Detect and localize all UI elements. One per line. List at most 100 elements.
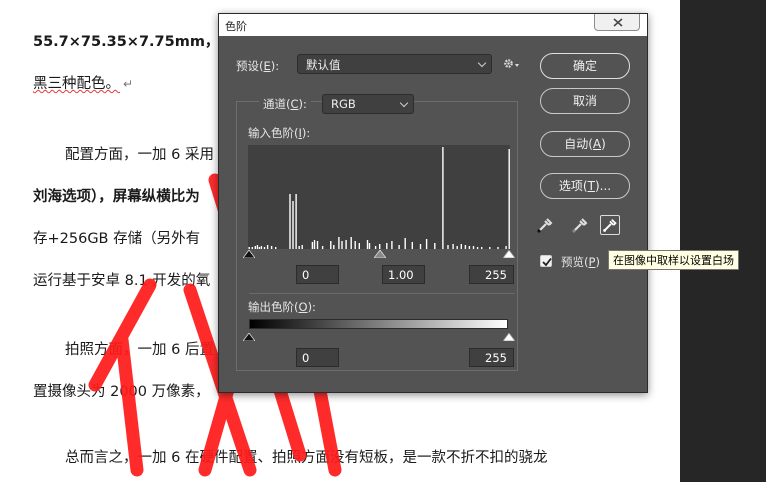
channel-select[interactable]: RGB — [322, 94, 414, 114]
histogram-bar — [270, 246, 273, 249]
tooltip: 在图像中取样以设置白场 — [608, 250, 739, 270]
white-eyedropper-icon[interactable] — [600, 215, 620, 235]
checkmark-icon — [542, 257, 552, 267]
preset-value: 默认值 — [306, 58, 341, 72]
options-button[interactable]: 选项(T)... — [540, 173, 630, 199]
channel-label-suffix: ): — [298, 97, 307, 111]
title-bar: 色阶 — [219, 14, 647, 36]
output-gradient — [249, 319, 508, 329]
channel-value: RGB — [331, 97, 356, 111]
input-black-field[interactable]: 0 — [296, 265, 339, 284]
histogram-bar — [292, 201, 294, 249]
gear-icon[interactable] — [503, 58, 520, 70]
input-gamma-slider[interactable] — [374, 250, 386, 258]
histogram-bar — [508, 149, 510, 249]
output-white-field[interactable]: 255 — [469, 348, 514, 367]
histogram-bar — [333, 245, 335, 249]
ok-button[interactable]: 确定 — [540, 53, 630, 79]
histogram-bar — [301, 245, 303, 249]
histogram-bar — [341, 241, 343, 249]
histogram-background — [248, 145, 510, 249]
histogram-bar — [472, 246, 475, 249]
histogram-bar — [330, 241, 332, 249]
histogram-bar — [248, 247, 250, 249]
histogram-bar — [374, 246, 377, 249]
channel-label: 通道(C): — [259, 96, 311, 112]
histogram-bar — [350, 237, 352, 249]
preview-label-prefix: 预览( — [561, 255, 589, 269]
preview-checkbox[interactable] — [540, 255, 552, 267]
options-label-suffix: )... — [594, 179, 612, 193]
histogram-bar — [489, 247, 491, 249]
histogram-bar — [266, 245, 269, 249]
histogram-bar — [321, 246, 324, 249]
histogram-bar — [476, 247, 479, 249]
histogram-bar — [345, 240, 347, 249]
histogram-bar — [275, 247, 277, 249]
auto-hotkey: A — [592, 137, 602, 151]
histogram-bar — [419, 244, 422, 249]
dialog-title: 色阶 — [225, 20, 247, 33]
preview-label-suffix: ) — [595, 255, 600, 269]
black-eyedropper-icon[interactable] — [535, 215, 555, 235]
histogram-bar — [368, 243, 371, 249]
histogram-bar — [256, 245, 259, 249]
histogram-bar — [289, 194, 291, 249]
histogram-bar — [260, 246, 263, 249]
chevron-down-icon — [399, 98, 409, 108]
input-gamma-field[interactable]: 1.00 — [382, 265, 425, 284]
levels-dialog: 色阶 预设(E): 默认值 确定 取消 自动(A) 选项(T)... 预览(P)… — [218, 13, 648, 393]
histogram-bar — [468, 246, 471, 249]
chevron-down-icon — [477, 58, 487, 68]
histogram-bar — [481, 247, 483, 249]
output-black-slider[interactable] — [243, 333, 255, 341]
histogram-bar — [411, 242, 413, 249]
histogram-bar — [447, 245, 449, 249]
output-white-slider[interactable] — [503, 333, 515, 341]
preset-label: 预设(E): — [236, 58, 279, 74]
histogram — [248, 145, 510, 249]
cancel-button[interactable]: 取消 — [540, 88, 630, 114]
auto-button[interactable]: 自动(A) — [540, 131, 630, 157]
auto-label-prefix: 自动( — [564, 137, 593, 151]
histogram-bar — [386, 243, 388, 249]
histogram-bar — [313, 240, 316, 249]
output-levels-prefix: 输出色阶( — [248, 300, 299, 314]
gray-eyedropper-icon[interactable] — [570, 215, 590, 235]
channel-label-prefix: 通道( — [263, 97, 291, 111]
auto-label-suffix: ) — [601, 137, 606, 151]
preset-select[interactable]: 默认值 — [297, 54, 492, 74]
input-white-slider[interactable] — [503, 250, 515, 258]
histogram-bar — [254, 246, 256, 249]
histogram-bar — [434, 243, 436, 249]
histogram-bar — [505, 246, 507, 249]
input-levels-prefix: 输入色阶( — [248, 126, 299, 140]
histogram-bar — [452, 244, 454, 249]
histogram-bar — [316, 241, 319, 249]
histogram-bar — [442, 147, 444, 249]
channel-hotkey: C — [290, 97, 299, 111]
histogram-bar — [366, 240, 369, 249]
section-divider — [249, 293, 515, 294]
preview-label: 预览(P) — [561, 254, 600, 270]
close-button[interactable] — [594, 14, 640, 31]
histogram-bar — [398, 245, 400, 249]
output-black-field[interactable]: 0 — [296, 348, 339, 367]
histogram-bar — [379, 244, 381, 249]
histogram-bar — [354, 241, 356, 249]
preset-label-suffix: ): — [270, 59, 280, 73]
input-white-field[interactable]: 255 — [469, 265, 514, 284]
histogram-bar — [298, 246, 300, 249]
histogram-bar — [391, 241, 393, 249]
histogram-bar — [251, 247, 253, 249]
output-levels-label: 输出色阶(O): — [248, 299, 316, 315]
input-black-slider[interactable] — [243, 250, 255, 258]
histogram-bar — [311, 242, 314, 249]
histogram-bar — [460, 244, 462, 249]
histogram-bar — [464, 245, 467, 249]
histogram-bar — [497, 247, 499, 249]
histogram-bar — [263, 247, 266, 249]
histogram-bar — [456, 246, 458, 249]
input-levels-suffix: ): — [301, 126, 311, 140]
options-label-prefix: 选项( — [558, 179, 588, 193]
